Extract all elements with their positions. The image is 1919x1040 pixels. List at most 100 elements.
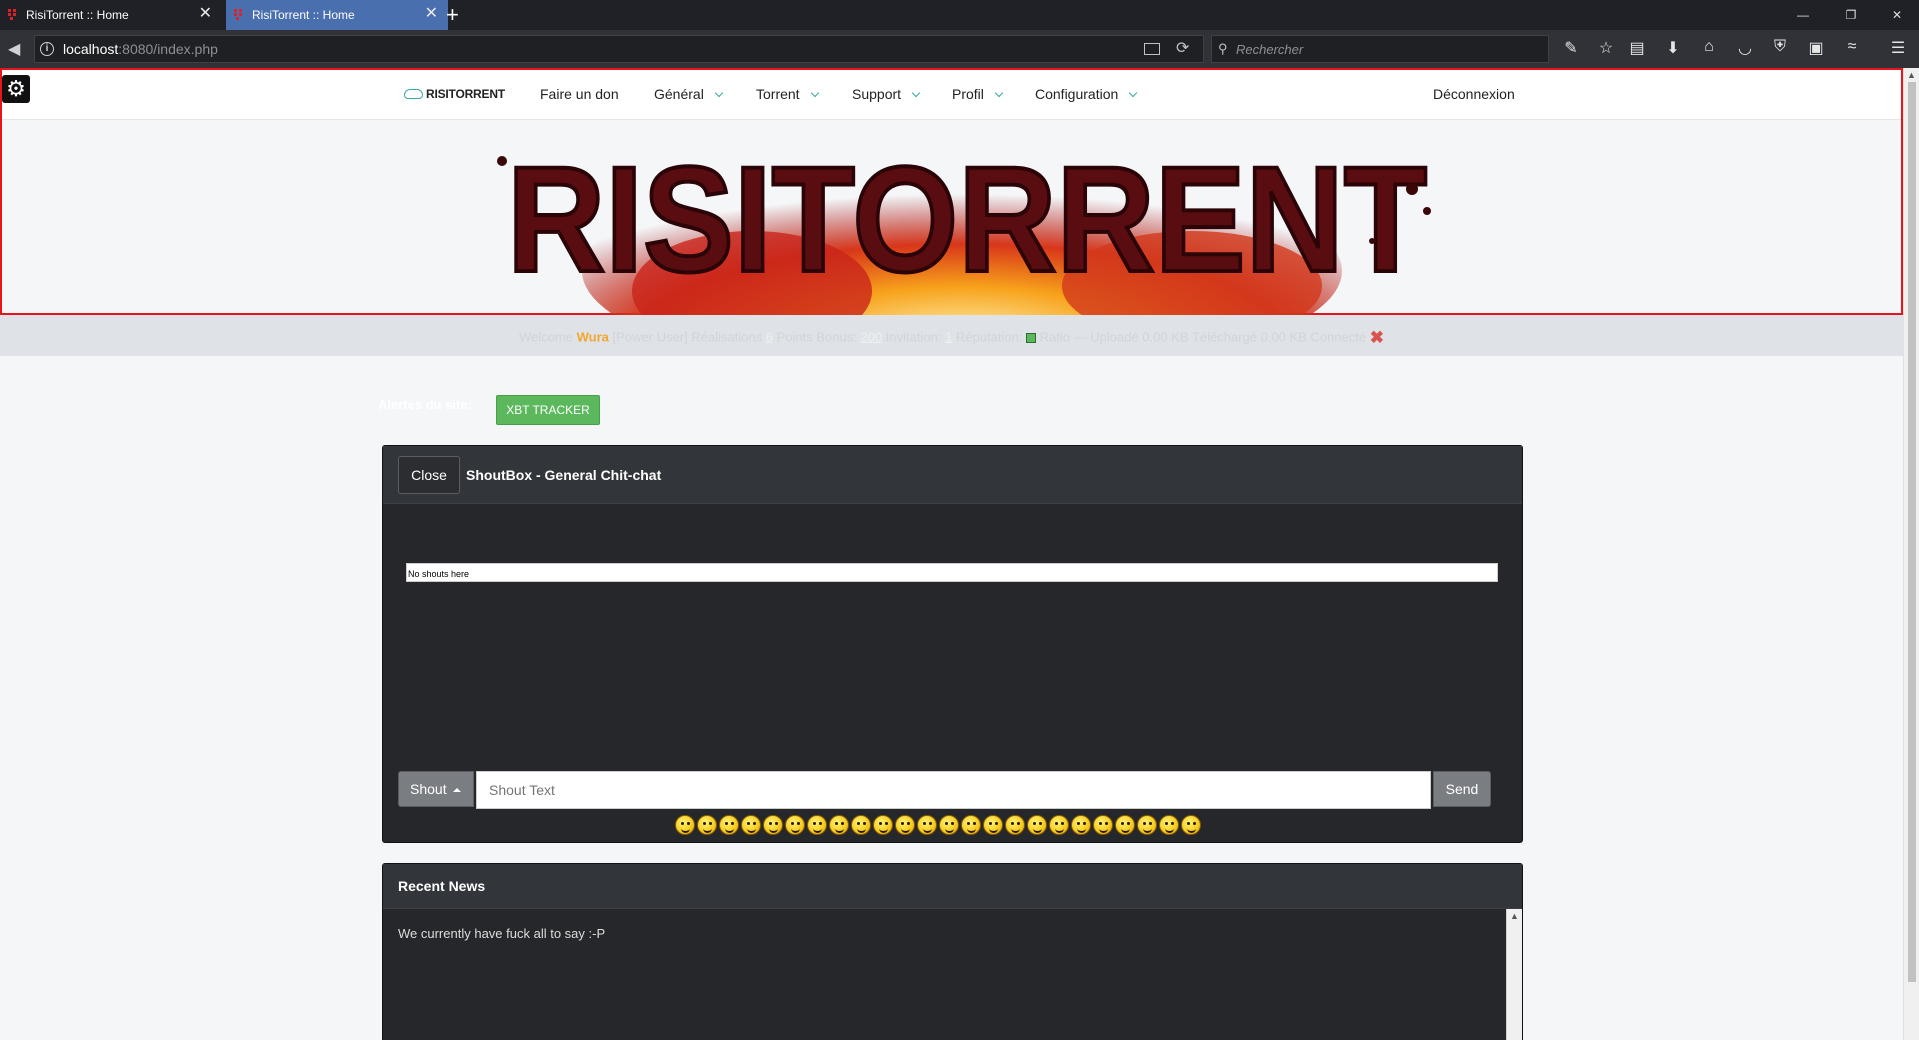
scroll-up-arrow-icon[interactable]: ▲ bbox=[1510, 911, 1519, 921]
shoutbox-title: ShoutBox - General Chit-chat bbox=[466, 467, 662, 483]
smiley-icon[interactable] bbox=[763, 815, 783, 835]
brand-logo[interactable]: RISITORRENT bbox=[404, 87, 505, 101]
achievements-count[interactable]: 6 bbox=[766, 329, 773, 344]
shout-dropdown-button[interactable]: Shout bbox=[398, 771, 474, 807]
smiley-icon[interactable] bbox=[1071, 815, 1091, 835]
smiley-icon[interactable] bbox=[1027, 815, 1047, 835]
news-header: Recent News bbox=[383, 864, 1522, 909]
search-input[interactable]: ⚲ Rechercher bbox=[1211, 35, 1549, 63]
ublock-shield-icon[interactable]: ⛨ bbox=[1770, 38, 1790, 56]
reputation-icon bbox=[1026, 333, 1037, 343]
browser-toolbar: ◀ localhost:8080/index.php i ⟳ ⚲ Recherc… bbox=[0, 30, 1919, 68]
news-scrollbar[interactable]: ▲ bbox=[1506, 909, 1522, 1040]
address-bar[interactable]: localhost:8080/index.php bbox=[34, 35, 1204, 63]
extension-2-icon[interactable]: ≈ bbox=[1842, 38, 1862, 56]
no-shouts-message: No shouts here bbox=[408, 569, 470, 579]
smiley-icon[interactable] bbox=[1181, 815, 1201, 835]
smiley-icon[interactable] bbox=[851, 815, 871, 835]
smiley-icon[interactable] bbox=[939, 815, 959, 835]
bookmark-star-icon[interactable]: ☆ bbox=[1596, 38, 1616, 58]
welcome-label: Welcome bbox=[519, 329, 573, 345]
wrench-icon[interactable]: ✎ bbox=[1561, 38, 1581, 58]
back-arrow-icon[interactable]: ◀ bbox=[8, 39, 20, 59]
new-tab-button[interactable]: + bbox=[446, 2, 459, 28]
nav-configuration[interactable]: Configuration bbox=[1035, 86, 1138, 102]
invitation-count[interactable]: 1 bbox=[945, 329, 952, 344]
smiley-icon[interactable] bbox=[1005, 815, 1025, 835]
browser-tab-bar: RisiTorrent :: Home ✕ RisiTorrent :: Hom… bbox=[0, 0, 1919, 30]
smiley-bar bbox=[675, 815, 1201, 837]
site-favicon-icon bbox=[234, 9, 244, 21]
smiley-icon[interactable] bbox=[741, 815, 761, 835]
banner-logo-text: RISITORRENT bbox=[507, 135, 1427, 303]
cloud-icon bbox=[404, 89, 423, 99]
smiley-icon[interactable] bbox=[1093, 815, 1113, 835]
smiley-icon[interactable] bbox=[961, 815, 981, 835]
nav-torrent[interactable]: Torrent bbox=[756, 86, 819, 102]
risitorrent-banner: RISITORRENT bbox=[497, 133, 1431, 315]
logout-link[interactable]: Déconnexion bbox=[1433, 86, 1515, 102]
bookmarks-library-icon[interactable]: ▤ bbox=[1627, 38, 1647, 58]
ratio-text: Ratio — Uploadé 0.00 KB Téléchargé 0.00 … bbox=[1039, 329, 1367, 345]
url-host: localhost bbox=[63, 41, 119, 57]
pocket-icon[interactable]: ◡ bbox=[1735, 38, 1755, 58]
reload-icon[interactable]: ⟳ bbox=[1176, 38, 1189, 58]
gear-icon[interactable]: ⚙ bbox=[2, 75, 30, 103]
user-status-bar: Welcome Wura [Power User] Réalisations 6… bbox=[0, 315, 1903, 356]
smiley-icon[interactable] bbox=[719, 815, 739, 835]
close-tab-icon[interactable]: ✕ bbox=[425, 6, 438, 22]
chevron-down-icon bbox=[810, 88, 819, 98]
search-icon: ⚲ bbox=[1218, 41, 1228, 56]
home-icon[interactable]: ⌂ bbox=[1699, 38, 1719, 56]
send-button[interactable]: Send bbox=[1433, 771, 1491, 807]
page-scrollbar[interactable]: ▲ bbox=[1903, 68, 1919, 1040]
achievements-label: Réalisations bbox=[691, 329, 763, 345]
browser-tab-2[interactable]: RisiTorrent :: Home ✕ bbox=[226, 0, 448, 30]
bonus-label: Points Bonus: bbox=[776, 329, 857, 345]
smiley-icon[interactable] bbox=[675, 815, 695, 835]
site-info-icon[interactable]: i bbox=[40, 42, 54, 56]
smiley-icon[interactable] bbox=[983, 815, 1003, 835]
page-viewport: ⚙ RISITORRENT Faire un don Général Torre… bbox=[0, 68, 1919, 1040]
smiley-icon[interactable] bbox=[917, 815, 937, 835]
shout-text-input[interactable] bbox=[476, 771, 1431, 809]
smiley-icon[interactable] bbox=[785, 815, 805, 835]
chevron-down-icon bbox=[911, 88, 921, 98]
top-navigation: ⚙ RISITORRENT Faire un don Général Torre… bbox=[2, 70, 1901, 120]
smiley-icon[interactable] bbox=[829, 815, 849, 835]
chevron-down-icon bbox=[1129, 88, 1138, 98]
close-tab-icon[interactable]: ✕ bbox=[199, 6, 212, 22]
invitation-label: Invitation: bbox=[885, 329, 942, 345]
username-link[interactable]: Wura bbox=[577, 329, 609, 344]
scrollbar-thumb[interactable] bbox=[1908, 82, 1916, 982]
minimize-window-button[interactable]: — bbox=[1781, 0, 1825, 30]
smiley-icon[interactable] bbox=[697, 815, 717, 835]
brand-text: RISITORRENT bbox=[426, 87, 505, 101]
browser-tab-1[interactable]: RisiTorrent :: Home ✕ bbox=[0, 0, 222, 30]
nav-torrent-label: Torrent bbox=[756, 86, 800, 102]
scroll-up-arrow-icon[interactable]: ▲ bbox=[1907, 70, 1916, 80]
nav-support[interactable]: Support bbox=[852, 86, 921, 102]
xbt-tracker-badge[interactable]: XBT TRACKER bbox=[496, 395, 600, 425]
smiley-icon[interactable] bbox=[1049, 815, 1069, 835]
restore-window-button[interactable]: ❐ bbox=[1829, 0, 1873, 30]
smiley-icon[interactable] bbox=[873, 815, 893, 835]
nav-general[interactable]: Général bbox=[654, 86, 724, 102]
nav-donate[interactable]: Faire un don bbox=[540, 86, 619, 102]
close-window-button[interactable]: ✕ bbox=[1875, 0, 1919, 30]
url-path: :8080/index.php bbox=[118, 41, 218, 57]
smiley-icon[interactable] bbox=[1159, 815, 1179, 835]
close-button[interactable]: Close bbox=[398, 456, 460, 494]
hamburger-menu-icon[interactable]: ☰ bbox=[1888, 38, 1908, 58]
smiley-icon[interactable] bbox=[807, 815, 827, 835]
nav-profile[interactable]: Profil bbox=[952, 86, 1004, 102]
chevron-down-icon bbox=[994, 88, 1004, 98]
bonus-points[interactable]: 200 bbox=[860, 329, 882, 344]
smiley-icon[interactable] bbox=[1137, 815, 1157, 835]
reader-view-icon[interactable] bbox=[1144, 43, 1160, 55]
downloads-icon[interactable]: ⬇ bbox=[1663, 38, 1683, 58]
news-body: We currently have fuck all to say :-P bbox=[398, 926, 606, 941]
extension-icon[interactable]: ▣ bbox=[1806, 38, 1826, 58]
smiley-icon[interactable] bbox=[895, 815, 915, 835]
smiley-icon[interactable] bbox=[1115, 815, 1135, 835]
